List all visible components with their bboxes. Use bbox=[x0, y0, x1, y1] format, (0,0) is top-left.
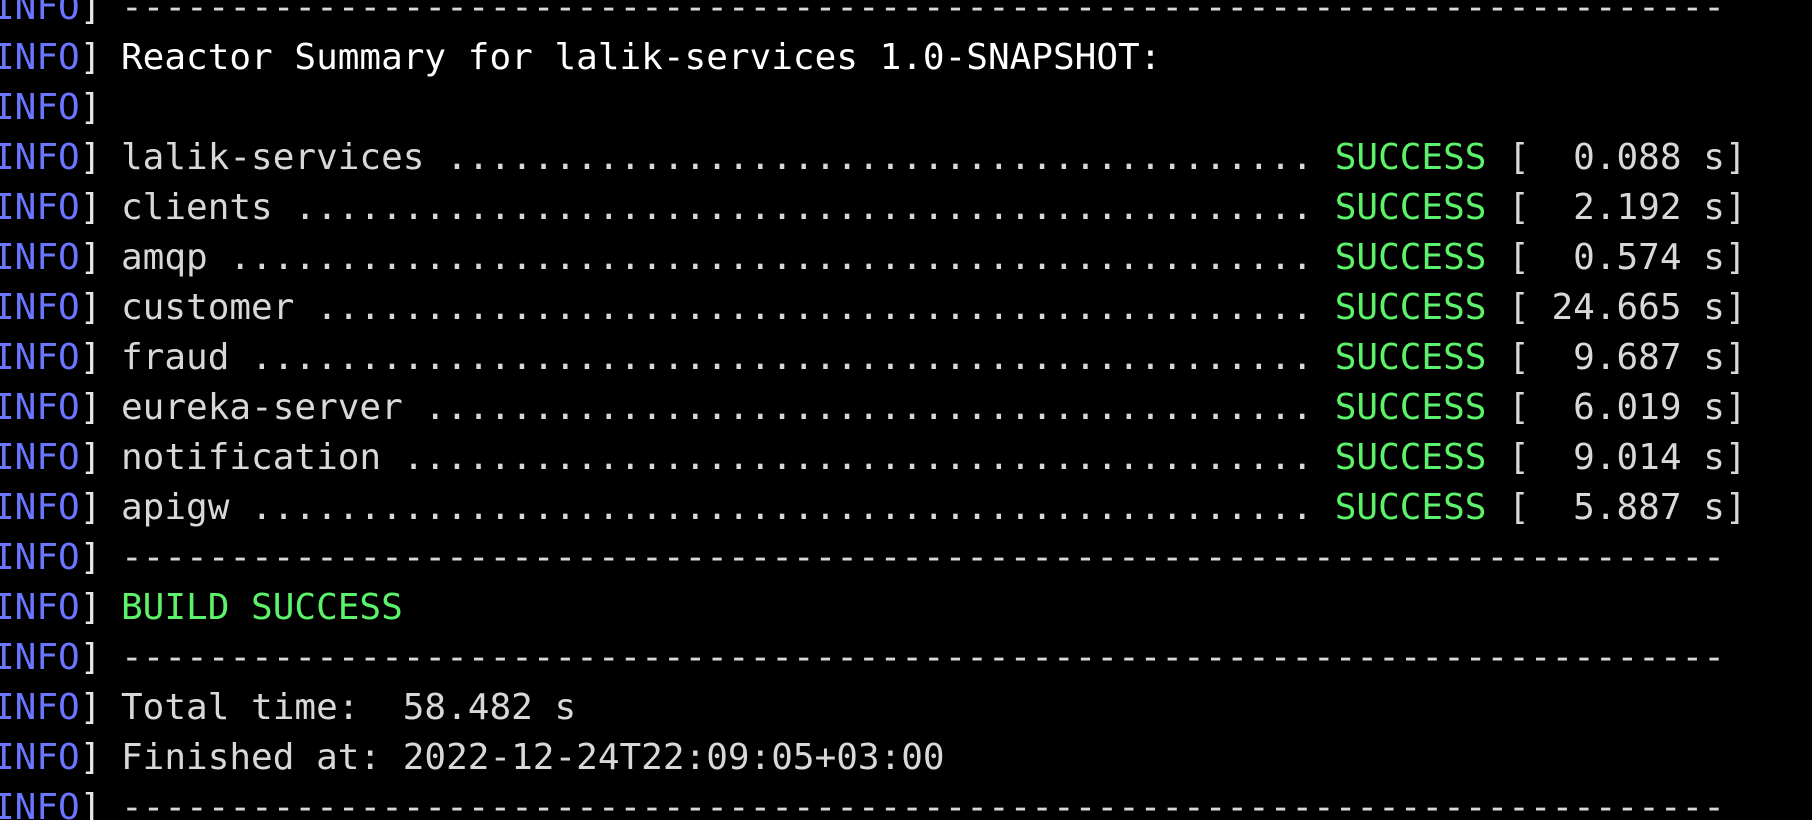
module-row: INFO] apigw .............................… bbox=[0, 483, 1747, 533]
module-name: lalik-services .........................… bbox=[121, 137, 1335, 178]
module-status: SUCCESS bbox=[1334, 387, 1487, 428]
module-row: INFO] lalik-services ....................… bbox=[0, 133, 1747, 183]
module-row: INFO] amqp ..............................… bbox=[0, 233, 1747, 283]
module-name: apigw ..................................… bbox=[121, 487, 1335, 528]
module-time: [ 0.088 s] bbox=[1486, 137, 1747, 178]
log-line-empty: INFO] bbox=[0, 83, 1747, 133]
summary-header: Reactor Summary for lalik-services 1.0-S… bbox=[121, 37, 1162, 78]
log-level: INFO] bbox=[0, 387, 102, 428]
log-output: INFO] -----------------------------------… bbox=[0, 0, 1747, 820]
log-line-total-time: INFO] Total time: 58.482 s bbox=[0, 683, 1747, 733]
log-level: INFO] bbox=[0, 187, 102, 228]
log-level: INFO] bbox=[0, 587, 102, 628]
module-time: [ 24.665 s] bbox=[1486, 287, 1747, 328]
log-line-summary-header: INFO] Reactor Summary for lalik-services … bbox=[0, 33, 1747, 83]
log-level: INFO] bbox=[0, 687, 102, 728]
module-row: INFO] clients ...........................… bbox=[0, 183, 1747, 233]
separator-rule: ----------------------------------------… bbox=[121, 0, 1725, 28]
module-row: INFO] notification ......................… bbox=[0, 433, 1747, 483]
log-level: INFO] bbox=[0, 737, 102, 778]
log-level: INFO] bbox=[0, 287, 102, 328]
log-line-build-result: INFO] BUILD SUCCESS bbox=[0, 583, 1747, 633]
log-level: INFO] bbox=[0, 137, 102, 178]
module-status: SUCCESS bbox=[1334, 487, 1487, 528]
log-level: INFO] bbox=[0, 487, 102, 528]
log-level: INFO] bbox=[0, 87, 102, 128]
module-row: INFO] fraud .............................… bbox=[0, 333, 1747, 383]
log-level: INFO] bbox=[0, 0, 102, 28]
log-line-rule: INFO] -----------------------------------… bbox=[0, 533, 1747, 583]
module-status: SUCCESS bbox=[1334, 237, 1487, 278]
separator-rule: ----------------------------------------… bbox=[121, 537, 1725, 578]
module-time: [ 5.887 s] bbox=[1486, 487, 1747, 528]
log-level: INFO] bbox=[0, 787, 102, 820]
module-time: [ 9.687 s] bbox=[1486, 337, 1747, 378]
module-status: SUCCESS bbox=[1334, 287, 1487, 328]
module-status: SUCCESS bbox=[1334, 187, 1487, 228]
module-row: INFO] customer ..........................… bbox=[0, 283, 1747, 333]
module-time: [ 9.014 s] bbox=[1486, 437, 1747, 478]
build-result: BUILD SUCCESS bbox=[121, 587, 403, 628]
module-row: INFO] eureka-server .....................… bbox=[0, 383, 1747, 433]
module-name: clients ................................… bbox=[121, 187, 1335, 228]
separator-rule: ----------------------------------------… bbox=[121, 637, 1725, 678]
module-name: fraud ..................................… bbox=[121, 337, 1335, 378]
log-line-rule-bottom: INFO] -----------------------------------… bbox=[0, 783, 1747, 820]
log-line-rule: INFO] -----------------------------------… bbox=[0, 633, 1747, 683]
module-time: [ 0.574 s] bbox=[1486, 237, 1747, 278]
module-name: amqp ...................................… bbox=[121, 237, 1335, 278]
module-status: SUCCESS bbox=[1334, 337, 1487, 378]
total-time: Total time: 58.482 s bbox=[121, 687, 577, 728]
separator-rule: ----------------------------------------… bbox=[121, 787, 1725, 820]
log-level: INFO] bbox=[0, 37, 102, 78]
module-name: eureka-server ..........................… bbox=[121, 387, 1335, 428]
log-line-finished-at: INFO] Finished at: 2022-12-24T22:09:05+03… bbox=[0, 733, 1747, 783]
module-name: notification ...........................… bbox=[121, 437, 1335, 478]
module-time: [ 6.019 s] bbox=[1486, 387, 1747, 428]
module-time: [ 2.192 s] bbox=[1486, 187, 1747, 228]
module-name: customer ...............................… bbox=[121, 287, 1335, 328]
terminal-window[interactable]: INFO] -----------------------------------… bbox=[0, 0, 1812, 820]
log-level: INFO] bbox=[0, 337, 102, 378]
log-level: INFO] bbox=[0, 237, 102, 278]
module-status: SUCCESS bbox=[1334, 437, 1487, 478]
log-level: INFO] bbox=[0, 437, 102, 478]
log-level: INFO] bbox=[0, 537, 102, 578]
module-status: SUCCESS bbox=[1334, 137, 1487, 178]
finished-at: Finished at: 2022-12-24T22:09:05+03:00 bbox=[121, 737, 945, 778]
log-level: INFO] bbox=[0, 637, 102, 678]
log-line-rule-top: INFO] -----------------------------------… bbox=[0, 0, 1747, 33]
